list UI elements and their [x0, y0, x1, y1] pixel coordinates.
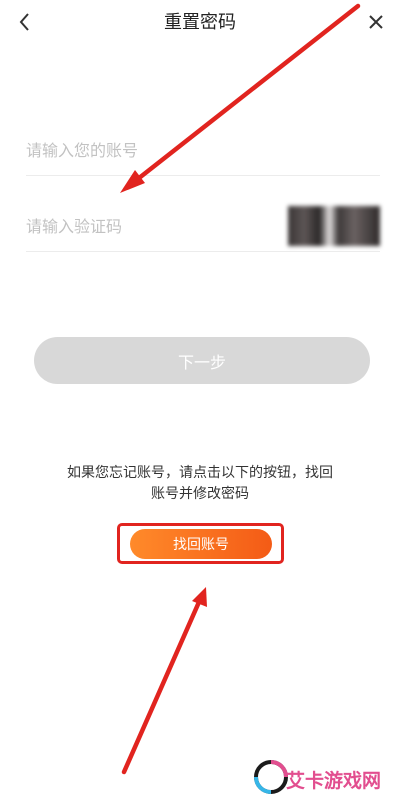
- captcha-image[interactable]: [288, 206, 380, 246]
- close-icon[interactable]: [364, 10, 388, 34]
- hint-line-1: 如果您忘记账号，请点击以下的按钮，找回: [67, 465, 333, 481]
- account-input[interactable]: [26, 128, 276, 172]
- verification-code-field: [26, 204, 380, 252]
- arrow-to-recover-button: [121, 587, 207, 775]
- verification-code-input[interactable]: [26, 204, 276, 248]
- account-field-divider: [26, 175, 380, 176]
- annotation-arrows: [120, 3, 361, 775]
- watermark-logo-icon: [254, 760, 288, 794]
- top-bar: 重置密码: [0, 0, 400, 44]
- forgot-account-hint: 如果您忘记账号，请点击以下的按钮，找回 账号并修改密码: [50, 463, 350, 505]
- code-field-divider: [26, 251, 380, 252]
- recover-account-button[interactable]: 找回账号: [130, 529, 272, 559]
- watermark-text: 艾卡游戏网: [286, 770, 382, 792]
- chevron-left-icon[interactable]: [14, 9, 36, 35]
- hint-line-2: 账号并修改密码: [151, 486, 249, 502]
- site-watermark: 艾卡游戏网: [252, 756, 392, 802]
- account-field: [26, 128, 380, 176]
- page-title: 重置密码: [164, 12, 236, 33]
- next-step-button[interactable]: 下一步: [34, 337, 370, 384]
